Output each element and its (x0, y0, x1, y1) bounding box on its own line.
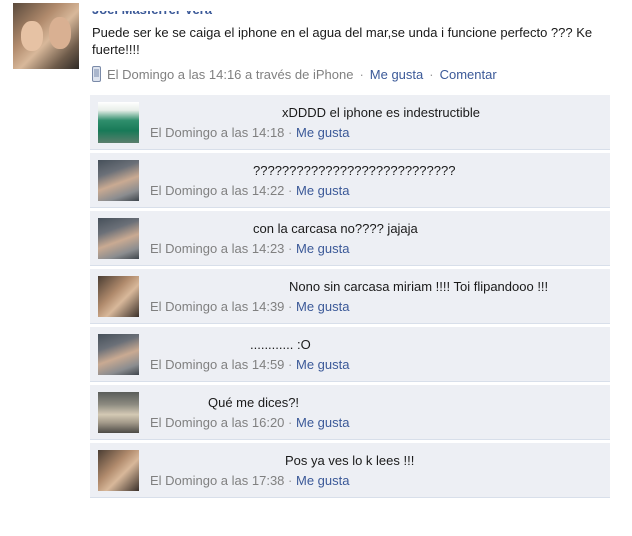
like-link[interactable]: Me gusta (370, 67, 423, 82)
comment-item: xDDDD el iphone es indestructible El Dom… (90, 95, 610, 150)
comment-timestamp: El Domingo a las 14:39 (150, 299, 285, 314)
separator-dot: · (288, 473, 293, 488)
comment-text: Pos ya ves lo k lees !!! (285, 453, 415, 468)
comment-like-link[interactable]: Me gusta (296, 241, 349, 256)
comment-like-link[interactable]: Me gusta (296, 299, 349, 314)
comment-timestamp: El Domingo a las 14:59 (150, 357, 285, 372)
commenter-name-redacted[interactable] (150, 104, 278, 116)
post-timestamp: El Domingo a las 14:16 a través de iPhon… (107, 66, 354, 82)
commenter-avatar[interactable] (98, 102, 139, 143)
comment-timestamp: El Domingo a las 17:38 (150, 473, 285, 488)
post-meta: El Domingo a las 14:16 a través de iPhon… (92, 66, 497, 82)
commenter-avatar[interactable] (98, 160, 139, 201)
commenter-name-redacted[interactable] (150, 220, 250, 232)
comment-item: con la carcasa no???? jajaja El Domingo … (90, 211, 610, 266)
avatar-face (49, 17, 71, 49)
name-redaction (92, 2, 232, 11)
comment-text: ............ :O (250, 337, 311, 352)
comment-timestamp: El Domingo a las 14:22 (150, 183, 285, 198)
comment-like-link[interactable]: Me gusta (296, 183, 349, 198)
post-body: Puede ser ke se caiga el iphone en el ag… (92, 25, 593, 57)
commenter-name-redacted[interactable] (150, 162, 250, 174)
post-author-avatar[interactable] (13, 3, 79, 69)
comment-text: xDDDD el iphone es indestructible (282, 105, 480, 120)
comment-timestamp: El Domingo a las 14:18 (150, 125, 285, 140)
comment-item: ???????????????????????????? El Domingo … (90, 153, 610, 208)
comment-meta: El Domingo a las 14:23 · Me gusta (150, 241, 350, 256)
comment-timestamp: El Domingo a las 16:20 (150, 415, 285, 430)
separator-dot: · (288, 241, 293, 256)
separator-dot: · (288, 299, 293, 314)
commenter-avatar[interactable] (98, 334, 139, 375)
commenter-avatar[interactable] (98, 218, 139, 259)
comment-item: Nono sin carcasa miriam !!!! Toi flipand… (90, 269, 610, 324)
comment-text: con la carcasa no???? jajaja (253, 221, 418, 236)
commenter-avatar[interactable] (98, 276, 139, 317)
comment-like-link[interactable]: Me gusta (296, 357, 349, 372)
commenter-name-redacted[interactable] (150, 278, 286, 290)
comment-like-link[interactable]: Me gusta (296, 415, 349, 430)
separator-dot: · (288, 415, 293, 430)
avatar-face (21, 21, 43, 51)
separator-dot: · (288, 125, 293, 140)
comment-item: Pos ya ves lo k lees !!! El Domingo a la… (90, 443, 610, 498)
commenter-name-redacted[interactable] (150, 394, 204, 406)
comment-link[interactable]: Comentar (440, 67, 497, 82)
comment-meta: El Domingo a las 14:18 · Me gusta (150, 125, 350, 140)
comment-like-link[interactable]: Me gusta (296, 473, 349, 488)
separator-dot: · (288, 357, 293, 372)
comment-meta: El Domingo a las 14:39 · Me gusta (150, 299, 350, 314)
comment-text: ???????????????????????????? (253, 163, 456, 178)
comment-item: ............ :O El Domingo a las 14:59 ·… (90, 327, 610, 382)
commenter-avatar[interactable] (98, 392, 139, 433)
comment-item: Qué me dices?! El Domingo a las 16:20 · … (90, 385, 610, 440)
comment-meta: El Domingo a las 17:38 · Me gusta (150, 473, 350, 488)
separator-dot: · (429, 66, 434, 82)
separator-dot: · (359, 66, 364, 82)
commenter-avatar[interactable] (98, 450, 139, 491)
comment-text: Qué me dices?! (208, 395, 300, 410)
comment-like-link[interactable]: Me gusta (296, 125, 349, 140)
comment-list: xDDDD el iphone es indestructible El Dom… (90, 95, 610, 501)
comment-meta: El Domingo a las 14:22 · Me gusta (150, 183, 350, 198)
comment-timestamp: El Domingo a las 14:23 (150, 241, 285, 256)
post-author-name[interactable]: Joel Masferrer Vera (92, 2, 232, 16)
comment-text: Nono sin carcasa miriam !!!! Toi flipand… (289, 279, 549, 294)
comment-meta: El Domingo a las 14:59 · Me gusta (150, 357, 350, 372)
phone-icon (92, 66, 101, 82)
commenter-name-redacted[interactable] (150, 336, 245, 348)
comment-meta: El Domingo a las 16:20 · Me gusta (150, 415, 350, 430)
separator-dot: · (288, 183, 293, 198)
commenter-name-redacted[interactable] (150, 452, 282, 464)
